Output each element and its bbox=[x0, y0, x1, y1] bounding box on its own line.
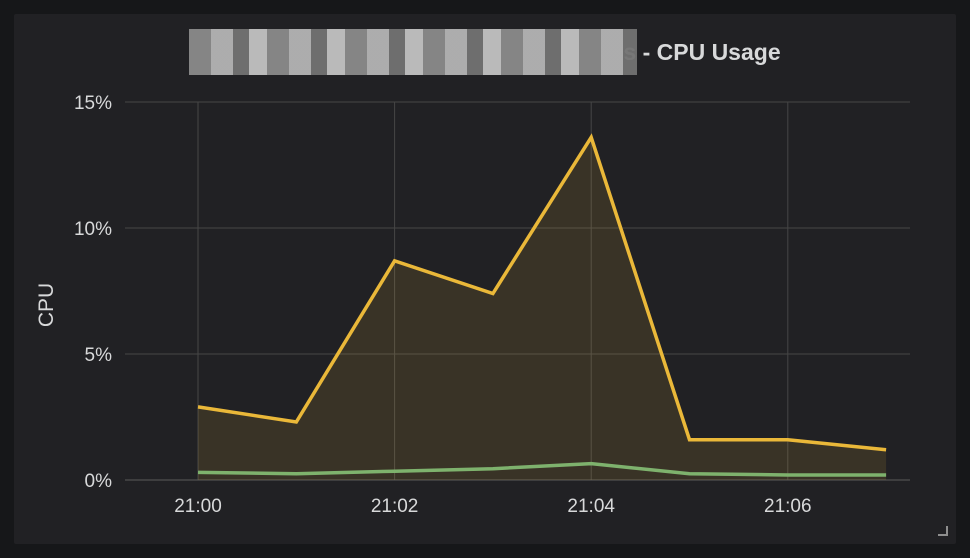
y-tick-label: 15% bbox=[74, 93, 112, 114]
y-tick-label: 0% bbox=[85, 471, 113, 492]
y-tick-label: 10% bbox=[74, 219, 112, 240]
series-area-fill bbox=[198, 137, 887, 481]
x-tick-label: 21:06 bbox=[764, 496, 812, 517]
y-axis-title: CPU bbox=[35, 283, 58, 327]
cpu-chart: 0% 5% 10% 15% 21:00 21:02 21:04 21:06 CPU bbox=[35, 93, 910, 517]
y-axis-ticks: 0% 5% 10% 15% bbox=[74, 93, 112, 492]
x-tick-label: 21:04 bbox=[567, 496, 615, 517]
x-axis-ticks: 21:00 21:02 21:04 21:06 bbox=[174, 496, 811, 517]
x-tick-label: 21:02 bbox=[371, 496, 419, 517]
series-areas bbox=[198, 137, 887, 481]
x-tick-label: 21:00 bbox=[174, 496, 222, 517]
y-tick-label: 5% bbox=[85, 345, 113, 366]
